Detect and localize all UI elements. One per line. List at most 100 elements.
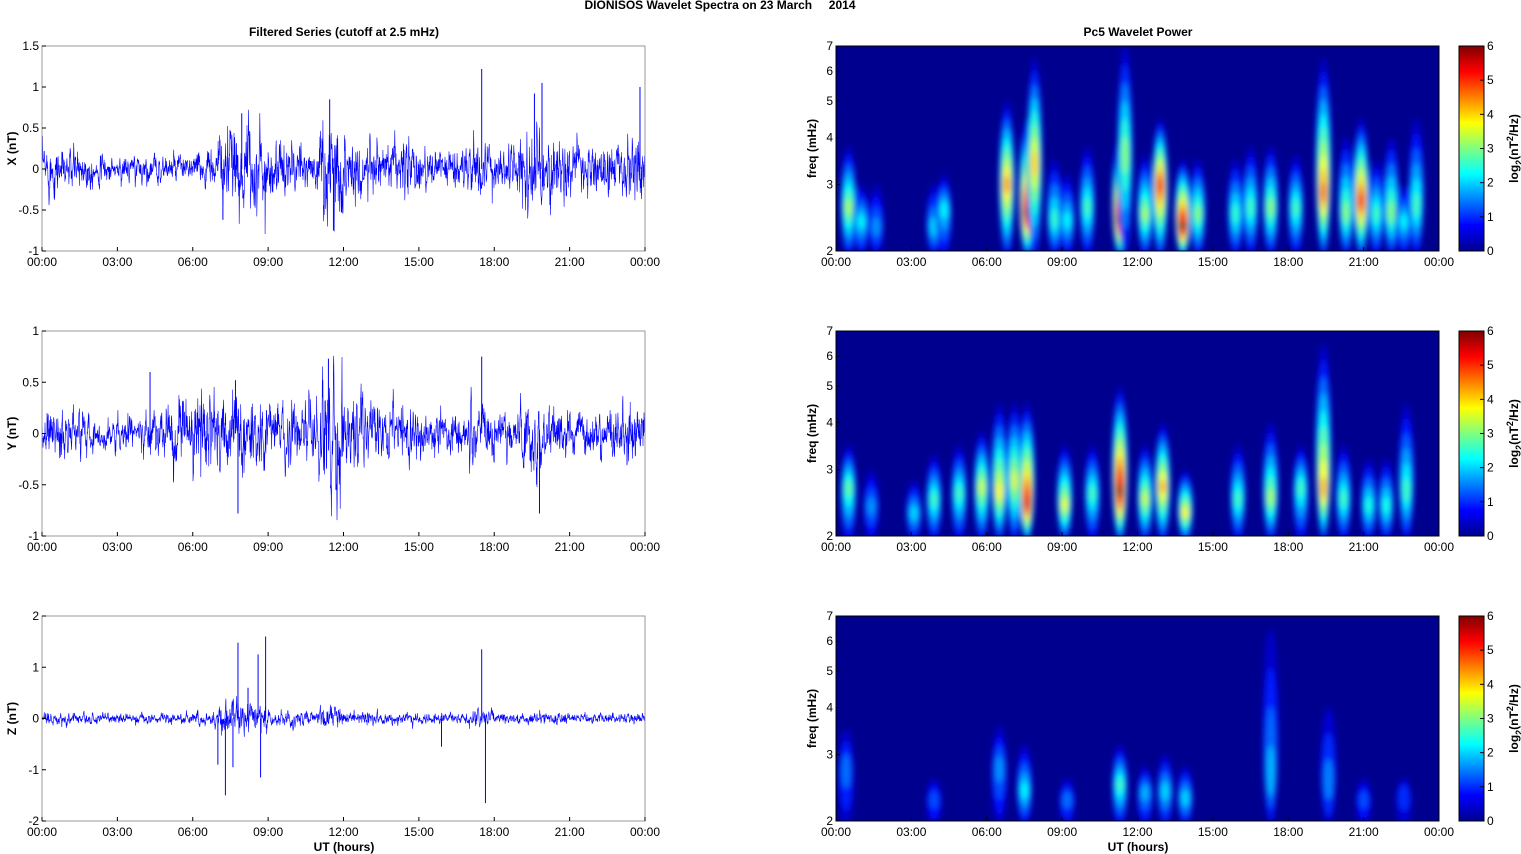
power-blob [1320,182,1327,203]
series-line [42,696,645,737]
y-axis-label: X (nT) [5,132,19,166]
y-axis-label: Y (nT) [5,417,19,451]
x-tick-label: 00:00 [630,255,660,269]
x-tick-label: 03:00 [102,825,132,839]
y-tick-label: 0.5 [22,375,39,389]
y-axis-label: freq (mHz) [805,689,819,748]
power-blob [930,491,938,508]
x-tick-label: 21:00 [555,540,585,554]
power-blob [1297,479,1305,497]
x-tick-label: 18:00 [1273,255,1303,269]
x-tick-label: 21:00 [555,255,585,269]
y-tick-label: 7 [826,324,833,338]
colorbar-label-part: /Hz) [1507,684,1521,706]
colorbar-label-part: /Hz) [1507,114,1521,136]
x-tick-label: 09:00 [1047,255,1077,269]
colorbar-tick-label: 2 [1487,746,1494,760]
y-tick-label: 6 [826,64,833,78]
x-tick-label: 15:00 [404,825,434,839]
y-tick-label: 3 [826,178,833,192]
colorbar-label: log2(nT2/Hz) [1505,399,1521,468]
y-tick-label: 2 [826,814,833,828]
power-blob [1061,498,1069,512]
power-blob [1181,790,1190,807]
power-blob [940,201,948,219]
power-blob [1063,211,1072,230]
power-blob [955,484,963,503]
power-blob [1116,484,1124,498]
power-blob [1181,507,1189,518]
x-tick-label: 18:00 [479,540,509,554]
figure-title: DIONISOS Wavelet Spectra on 23 March 201… [585,0,856,12]
power-blob [1398,784,1410,811]
y-tick-label: 3 [826,748,833,762]
power-blob [1292,199,1300,218]
power-blob [1234,490,1242,508]
power-blob [1246,197,1255,218]
power-blob [841,753,851,789]
power-blob [1412,193,1421,218]
colorbar-tick-label: 2 [1487,176,1494,190]
y-tick-label: 5 [826,379,833,393]
power-blob [1083,197,1091,218]
power-blob [1062,791,1072,809]
power-blob [1003,175,1011,194]
colorbar-label: log2(nT2/Hz) [1505,684,1521,753]
power-blob [857,213,865,230]
plot-area [836,616,1439,821]
power-blob [1339,490,1348,508]
x-tick-label: 18:00 [479,255,509,269]
colorbar-tick-label: 5 [1487,358,1494,372]
power-blob [1116,777,1124,793]
power-blob [1010,469,1018,491]
power-blob [1156,178,1164,193]
power-blob [909,505,919,522]
y-tick-label: 5 [826,94,833,108]
colorbar-tick-label: 3 [1487,427,1494,441]
y-tick-label: -1 [28,529,39,543]
power-blob [1031,150,1038,177]
power-blob [978,478,986,496]
y-tick-label: 2 [32,609,39,623]
colorbar-tick-label: 0 [1487,529,1494,543]
y-tick-label: 7 [826,609,833,623]
x-tick-label: 15:00 [404,540,434,554]
y-tick-label: 3 [826,463,833,477]
y-tick-label: 0 [32,162,39,176]
x-tick-label: 03:00 [896,540,926,554]
power-blob [1141,491,1149,507]
x-tick-label: 09:00 [253,825,283,839]
power-blob [1359,791,1369,809]
power-blob [1402,478,1411,503]
x-tick-label: 12:00 [1122,825,1152,839]
y-axis-label: Z (nT) [5,702,19,735]
power-blob [1140,784,1150,802]
y-axis-label: freq (mHz) [805,119,819,178]
x-tick-label: 00:00 [1424,255,1454,269]
y-tick-label: 0.5 [22,121,39,135]
colorbar-label-part: log [1507,450,1521,468]
x-tick-label: 21:00 [1349,255,1379,269]
power-blob [1020,781,1029,800]
y-tick-label: -0.5 [18,478,39,492]
left-xlabel: UT (hours) [314,840,375,854]
power-blob [1121,136,1129,174]
colorbar-tick-label: 1 [1487,495,1494,509]
x-tick-label: 12:00 [1122,540,1152,554]
power-blob [1023,496,1031,510]
power-blob [1342,201,1350,223]
x-tick-label: 15:00 [1198,255,1228,269]
x-tick-label: 21:00 [1349,825,1379,839]
power-blob [1266,197,1275,218]
x-tick-label: 06:00 [972,255,1002,269]
x-tick-label: 12:00 [1122,255,1152,269]
plot-area [836,46,1439,251]
colorbar-label-part: log [1507,735,1521,753]
colorbar-label-part: /Hz) [1507,399,1521,421]
y-tick-label: 2 [826,244,833,258]
y-tick-label: 1 [32,660,39,674]
power-blob [1141,205,1149,222]
y-tick-label: 1 [32,324,39,338]
x-tick-label: 00:00 [1424,540,1454,554]
power-blob [929,791,939,809]
